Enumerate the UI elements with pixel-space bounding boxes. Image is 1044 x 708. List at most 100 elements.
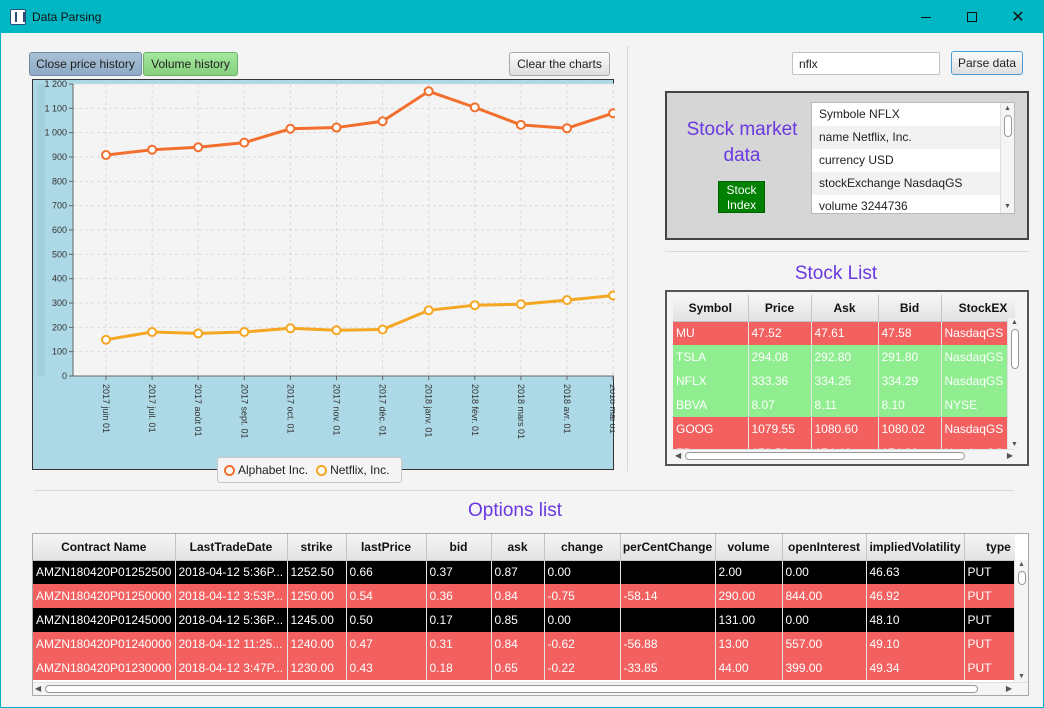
- options-column-header[interactable]: openInterest: [782, 534, 867, 561]
- options-table[interactable]: Contract Name LastTradeDate strike lastPric…: [32, 533, 1029, 696]
- options-column-header[interactable]: Contract Name: [33, 534, 176, 561]
- options-scroll-up-icon[interactable]: ▲: [1018, 561, 1025, 569]
- options-row[interactable]: AMZN180420P01250000 2018-04-12 3:53P... 12…: [33, 584, 1015, 608]
- stock-list-cell: NasdaqGS: [941, 417, 1015, 441]
- info-list-scrollbar[interactable]: ▲ ▼: [1000, 103, 1014, 213]
- minimize-icon: [921, 16, 931, 18]
- x-tick-label: 2018 févr. 01: [470, 384, 480, 436]
- options-column-header[interactable]: perCentChange: [620, 534, 716, 561]
- stock-list-cell: MU: [673, 321, 749, 345]
- y-tick-label: 100: [52, 347, 67, 357]
- stock-market-title-line2: data: [723, 145, 761, 166]
- scroll-thumb[interactable]: [1004, 115, 1012, 137]
- stock-list-cell: BBVA: [673, 393, 749, 417]
- options-scroll-thumb[interactable]: [1018, 571, 1026, 585]
- stock-list-table[interactable]: Symbol Price Ask Bid StockEX MU 47.52 47.61 47.…: [665, 290, 1029, 466]
- volume-history-button[interactable]: Volume history: [143, 52, 238, 76]
- stock-list-cell: NYSE: [941, 393, 1015, 417]
- close-window-button[interactable]: ✕: [995, 1, 1041, 33]
- options-column-header[interactable]: change: [544, 534, 621, 561]
- stock-scroll-right-icon[interactable]: ▶: [1007, 451, 1013, 460]
- maximize-button[interactable]: [949, 1, 995, 33]
- stock-table-vscroll[interactable]: ▲ ▼: [1007, 318, 1021, 450]
- data-point-netflix: [423, 305, 434, 316]
- options-cell: 0.50: [346, 608, 427, 632]
- stock-info-list[interactable]: Symbole NFLX name Netflix, Inc. currency…: [811, 102, 1015, 214]
- stock-list-column-header[interactable]: StockEX: [941, 295, 1015, 322]
- stock-scroll-up-icon[interactable]: ▲: [1011, 319, 1018, 327]
- options-cell: 46.92: [866, 584, 965, 608]
- stock-list-row[interactable]: NFLX 333.36 334.25 334.29 NasdaqGS: [673, 369, 1015, 393]
- stock-list-cell: 1079.55: [748, 417, 812, 441]
- stock-index-button[interactable]: Stock Index: [718, 181, 765, 213]
- stock-list-row[interactable]: GOOG 1079.55 1080.60 1080.02 NasdaqGS: [673, 417, 1015, 441]
- options-cell: 0.85: [491, 608, 545, 632]
- options-cell: 290.00: [715, 584, 783, 608]
- clear-charts-button[interactable]: Clear the charts: [509, 52, 610, 76]
- options-table-body: AMZN180420P01252500 2018-04-12 5:36P... 12…: [33, 560, 1015, 680]
- symbol-search-input[interactable]: [792, 52, 940, 75]
- stock-list-column-header[interactable]: Price: [748, 295, 812, 322]
- options-column-header[interactable]: LastTradeDate: [175, 534, 288, 561]
- stock-list-cell: 291.80: [878, 345, 942, 369]
- options-scroll-right-icon[interactable]: ▶: [1006, 684, 1012, 693]
- options-cell: 0.00: [782, 608, 867, 632]
- app-window: Data Parsing ✕ Close price history Volum…: [0, 0, 1044, 708]
- options-column-header[interactable]: ask: [491, 534, 545, 561]
- scroll-down-arrow-icon[interactable]: ▼: [1004, 203, 1011, 211]
- stock-list-column-header[interactable]: Ask: [811, 295, 879, 322]
- stock-table-hscroll[interactable]: ◀ ▶: [673, 449, 1015, 461]
- options-column-header[interactable]: volume: [715, 534, 783, 561]
- y-tick-label: 400: [52, 274, 67, 284]
- options-cell: AMZN180420P01230000: [33, 656, 176, 680]
- stock-list-cell: NFLX: [673, 369, 749, 393]
- options-cell: -0.75: [544, 584, 621, 608]
- options-row[interactable]: AMZN180420P01245000 2018-04-12 5:36P... 12…: [33, 608, 1015, 632]
- stock-table-body: MU 47.52 47.61 47.58 NasdaqGS TSLA 294.08 292.8…: [673, 321, 1015, 451]
- options-cell: 399.00: [782, 656, 867, 680]
- data-point-netflix: [469, 300, 480, 311]
- stock-hscroll-thumb[interactable]: [685, 452, 965, 460]
- java-app-icon: [10, 9, 26, 25]
- options-column-header[interactable]: lastPrice: [346, 534, 427, 561]
- options-scroll-left-icon[interactable]: ◀: [35, 684, 41, 693]
- minimize-button[interactable]: [903, 1, 949, 33]
- options-cell: AMZN180420P01240000: [33, 632, 176, 656]
- options-cell: 0.54: [346, 584, 427, 608]
- stock-list-cell: GOOG: [673, 417, 749, 441]
- options-row[interactable]: AMZN180420P01240000 2018-04-12 11:25... 12…: [33, 632, 1015, 656]
- options-column-header[interactable]: bid: [426, 534, 492, 561]
- stock-scroll-left-icon[interactable]: ◀: [675, 451, 681, 460]
- stock-list-row[interactable]: MU 47.52 47.61 47.58 NasdaqGS: [673, 321, 1015, 345]
- stock-list-row[interactable]: TSLA 294.08 292.80 291.80 NasdaqGS: [673, 345, 1015, 369]
- options-vscroll[interactable]: ▲ ▼: [1014, 560, 1028, 682]
- scroll-up-arrow-icon[interactable]: ▲: [1004, 105, 1011, 113]
- options-cell: 0.17: [426, 608, 492, 632]
- close-price-history-button[interactable]: Close price history: [29, 52, 142, 76]
- options-column-header[interactable]: impliedVolatility: [866, 534, 965, 561]
- info-row-name[interactable]: name Netflix, Inc.: [812, 126, 1000, 149]
- options-row[interactable]: AMZN180420P01252500 2018-04-12 5:36P... 12…: [33, 560, 1015, 584]
- data-point-alphabet: [515, 119, 526, 130]
- options-column-header[interactable]: type: [964, 534, 1015, 561]
- stock-scroll-thumb[interactable]: [1011, 329, 1019, 369]
- x-tick-label: 2018 avr. 01: [562, 384, 572, 434]
- options-cell: 46.63: [866, 560, 965, 584]
- info-row-volume[interactable]: volume 3244736: [812, 195, 1000, 213]
- stock-list-column-header[interactable]: Bid: [878, 295, 942, 322]
- info-row-exchange[interactable]: stockExchange NasdaqGS: [812, 172, 1000, 195]
- stock-list-column-header[interactable]: Symbol: [673, 295, 749, 322]
- data-point-alphabet: [377, 116, 388, 127]
- options-column-header[interactable]: strike: [287, 534, 347, 561]
- options-hscroll[interactable]: ◀ ▶: [33, 682, 1028, 695]
- parse-data-button[interactable]: Parse data: [951, 51, 1023, 75]
- options-row[interactable]: AMZN180420P01230000 2018-04-12 3:47P... 12…: [33, 656, 1015, 680]
- options-scroll-down-icon[interactable]: ▼: [1018, 673, 1025, 681]
- data-point-netflix: [239, 326, 250, 337]
- stock-list-row[interactable]: BBVA 8.07 8.11 8.10 NYSE: [673, 393, 1015, 417]
- window-title: Data Parsing: [32, 10, 102, 24]
- options-hscroll-thumb[interactable]: [45, 685, 978, 693]
- stock-scroll-down-icon[interactable]: ▼: [1011, 441, 1018, 449]
- info-row-symbol[interactable]: Symbole NFLX: [812, 103, 1000, 126]
- info-row-currency[interactable]: currency USD: [812, 149, 1000, 172]
